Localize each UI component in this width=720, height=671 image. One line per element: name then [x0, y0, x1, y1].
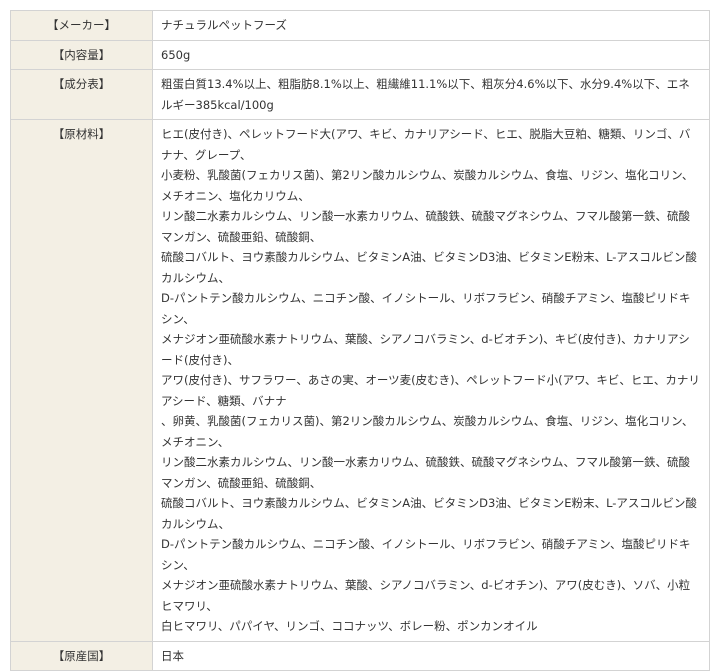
- row-label-analysis: 【成分表】: [10, 69, 153, 120]
- row-value-content: 650g: [152, 39, 710, 70]
- row-label-origin: 【原産国】: [10, 640, 153, 671]
- ingredients-line: 小麦粉、乳酸菌(フェカリス菌)、第2リン酸カルシウム、炭酸カルシウム、食塩、リジ…: [161, 168, 694, 203]
- row-value-analysis: 粗蛋白質13.4%以上、粗脂肪8.1%以上、粗繊維11.1%以下、粗灰分4.6%…: [152, 69, 710, 120]
- ingredients-line: 、卵黄、乳酸菌(フェカリス菌)、第2リン酸カルシウム、炭酸カルシウム、食塩、リジ…: [161, 414, 694, 449]
- row-label-content: 【内容量】: [10, 39, 153, 70]
- spec-row-analysis: 【成分表】 粗蛋白質13.4%以上、粗脂肪8.1%以上、粗繊維11.1%以下、粗…: [10, 69, 710, 120]
- ingredients-line: リン酸二水素カルシウム、リン酸一水素カリウム、硫酸鉄、硫酸マグネシウム、フマル酸…: [161, 209, 690, 244]
- ingredients-line: ヒエ(皮付き)、ペレットフード大(アワ、キビ、カナリアシード、ヒエ、脱脂大豆粕、…: [161, 127, 691, 162]
- ingredients-line: アワ(皮付き)、サフラワー、あさの実、オーツ麦(皮むき)、ペレットフード小(アワ…: [161, 373, 700, 408]
- ingredients-line: 硫酸コバルト、ヨウ素酸カルシウム、ビタミンA油、ビタミンD3油、ビタミンE粉末、…: [161, 496, 697, 531]
- row-label-maker: 【メーカー】: [10, 10, 153, 41]
- row-value-origin: 日本: [152, 640, 710, 671]
- row-value-ingredients: ヒエ(皮付き)、ペレットフード大(アワ、キビ、カナリアシード、ヒエ、脱脂大豆粕、…: [152, 119, 710, 642]
- ingredients-line: 白ヒマワリ、パパイヤ、リンゴ、ココナッツ、ボレー粉、ポンカンオイル: [161, 619, 538, 633]
- spec-row-origin: 【原産国】 日本: [10, 640, 710, 671]
- product-spec-table: 【メーカー】 ナチュラルペットフーズ 【内容量】 650g 【成分表】 粗蛋白質…: [10, 10, 710, 671]
- spec-row-maker: 【メーカー】 ナチュラルペットフーズ: [10, 10, 710, 41]
- row-label-ingredients: 【原材料】: [10, 119, 153, 642]
- ingredients-line: メナジオン亜硫酸水素ナトリウム、葉酸、シアノコバラミン、d-ビオチン)、キビ(皮…: [161, 332, 690, 367]
- ingredients-line: メナジオン亜硫酸水素ナトリウム、葉酸、シアノコバラミン、d-ビオチン)、アワ(皮…: [161, 578, 691, 613]
- ingredients-line: リン酸二水素カルシウム、リン酸一水素カリウム、硫酸鉄、硫酸マグネシウム、フマル酸…: [161, 455, 690, 490]
- ingredients-line: 硫酸コバルト、ヨウ素酸カルシウム、ビタミンA油、ビタミンD3油、ビタミンE粉末、…: [161, 250, 697, 285]
- spec-row-content: 【内容量】 650g: [10, 39, 710, 70]
- ingredients-line: D-パントテン酸カルシウム、ニコチン酸、イノシトール、リボフラビン、硝酸チアミン…: [161, 537, 691, 572]
- spec-row-ingredients: 【原材料】 ヒエ(皮付き)、ペレットフード大(アワ、キビ、カナリアシード、ヒエ、…: [10, 119, 710, 642]
- ingredients-line: D-パントテン酸カルシウム、ニコチン酸、イノシトール、リボフラビン、硝酸チアミン…: [161, 291, 691, 326]
- row-value-maker: ナチュラルペットフーズ: [152, 10, 710, 41]
